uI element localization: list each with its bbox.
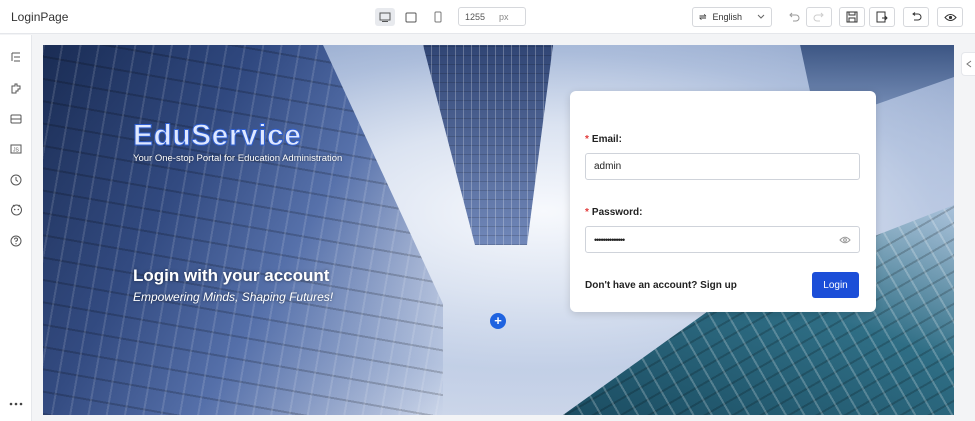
history-icon[interactable] bbox=[8, 172, 24, 188]
assistant-icon[interactable] bbox=[8, 201, 24, 217]
required-mark: * bbox=[585, 207, 589, 218]
canvas-width-input[interactable]: 1255 px bbox=[458, 7, 526, 26]
code-icon[interactable]: JS bbox=[8, 141, 24, 157]
brand-logo-text: EduService bbox=[132, 119, 302, 153]
return-icon bbox=[912, 12, 922, 21]
preview-eye-icon bbox=[943, 13, 957, 21]
redo-icon bbox=[813, 12, 824, 22]
width-unit: px bbox=[499, 11, 509, 22]
right-panel-toggle[interactable] bbox=[961, 52, 975, 76]
password-value: •••••••••••••• bbox=[594, 234, 625, 245]
language-value: English bbox=[712, 12, 743, 22]
page-canvas: EduService Your One-stop Portal for Educ… bbox=[43, 45, 954, 415]
chevron-left-icon bbox=[965, 60, 971, 68]
mobile-icon bbox=[434, 11, 442, 23]
password-field[interactable]: •••••••••••••• bbox=[585, 226, 860, 253]
password-label: * Password: bbox=[585, 207, 643, 218]
email-label: * Email: bbox=[585, 134, 622, 145]
language-select[interactable]: ⇌ English bbox=[692, 7, 772, 27]
top-toolbar: LoginPage 1255 px ⇌ English bbox=[0, 0, 975, 34]
building-windows-left bbox=[43, 45, 443, 415]
return-button[interactable] bbox=[903, 7, 929, 27]
hero-title: Login with your account bbox=[133, 266, 330, 285]
chevron-down-icon bbox=[757, 14, 765, 19]
components-icon[interactable] bbox=[8, 80, 24, 96]
outline-icon[interactable] bbox=[8, 49, 24, 65]
signup-link[interactable]: Don't have an account? Sign up bbox=[585, 280, 737, 291]
redo-button[interactable] bbox=[806, 7, 832, 27]
tablet-icon bbox=[405, 12, 417, 22]
required-mark: * bbox=[585, 134, 589, 145]
save-button[interactable] bbox=[839, 7, 865, 27]
login-button[interactable]: Login bbox=[812, 272, 859, 298]
export-button[interactable] bbox=[869, 7, 895, 27]
help-icon[interactable] bbox=[8, 233, 24, 249]
mobile-view-button[interactable] bbox=[428, 8, 448, 26]
undo-button[interactable] bbox=[785, 8, 803, 26]
tablet-view-button[interactable] bbox=[401, 8, 421, 26]
left-sidebar: JS bbox=[0, 35, 32, 421]
brand-tagline: Your One-stop Portal for Education Admin… bbox=[133, 153, 343, 164]
translate-icon: ⇌ bbox=[699, 11, 707, 22]
building-windows-center bbox=[423, 45, 553, 245]
login-card: * Email: admin * Password: •••••••••••••• … bbox=[570, 91, 876, 312]
email-value: admin bbox=[594, 161, 622, 172]
desktop-icon bbox=[379, 12, 391, 22]
datasource-icon[interactable] bbox=[8, 111, 24, 127]
save-icon bbox=[846, 11, 858, 23]
hero-subtitle: Empowering Minds, Shaping Futures! bbox=[133, 290, 334, 304]
svg-text:JS: JS bbox=[13, 148, 20, 154]
email-field[interactable]: admin bbox=[585, 153, 860, 180]
eye-icon[interactable] bbox=[839, 236, 851, 244]
more-icon[interactable] bbox=[8, 396, 24, 412]
width-value: 1255 bbox=[465, 11, 486, 22]
undo-icon bbox=[789, 12, 800, 22]
page-title: LoginPage bbox=[11, 10, 69, 24]
add-component-button[interactable]: + bbox=[490, 313, 506, 329]
export-icon bbox=[876, 11, 888, 23]
preview-button[interactable] bbox=[937, 7, 963, 27]
desktop-view-button[interactable] bbox=[375, 8, 395, 26]
